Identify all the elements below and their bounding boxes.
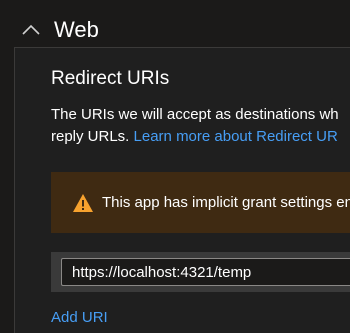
warning-message: This app has implicit grant settings en: [102, 194, 350, 211]
redirect-uri-input[interactable]: [61, 258, 350, 286]
add-uri-link[interactable]: Add URI: [51, 308, 108, 328]
warning-triangle-icon: [73, 194, 93, 212]
section-title: Web: [54, 17, 99, 42]
implicit-grant-warning: This app has implicit grant settings en: [51, 172, 350, 233]
description-line-2: reply URLs. Learn more about Redirect UR: [51, 126, 350, 148]
redirect-uris-heading: Redirect URIs: [51, 68, 170, 89]
description-line-1: The URIs we will accept as destinations …: [51, 106, 339, 123]
description-line-2-text: reply URLs.: [51, 128, 134, 145]
redirect-uris-description: The URIs we will accept as destinations …: [51, 104, 350, 148]
learn-more-redirect-link[interactable]: Learn more about Redirect UR: [134, 128, 338, 145]
redirect-uri-row: [51, 252, 350, 292]
chevron-up-icon[interactable]: [22, 24, 40, 36]
